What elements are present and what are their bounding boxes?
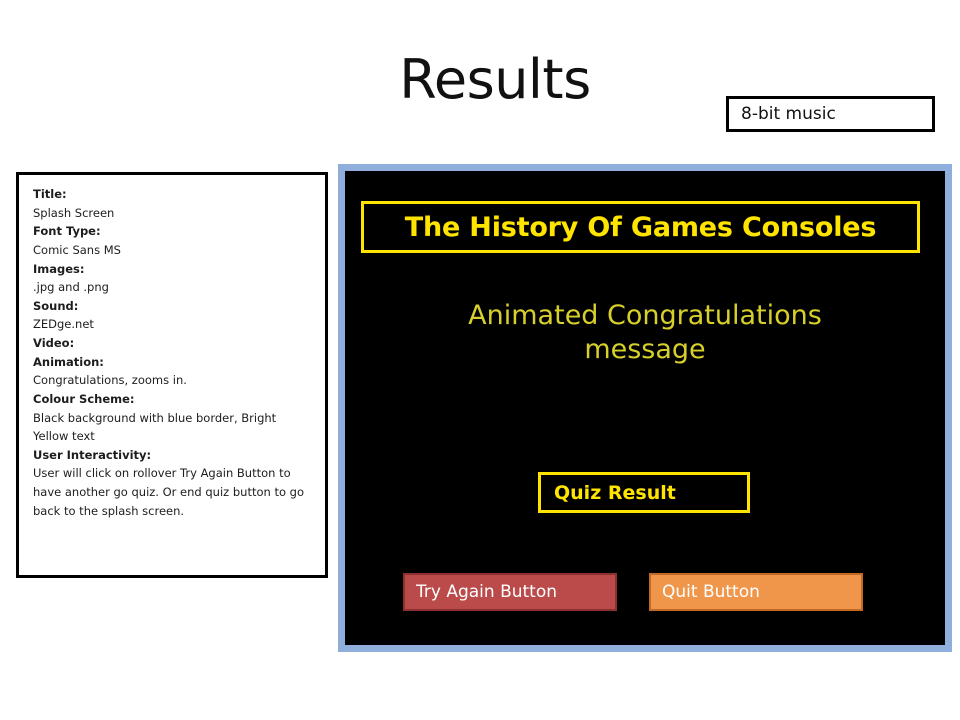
spec-label-images: Images: [33, 261, 85, 276]
quiz-result-label: Quiz Result [554, 481, 676, 504]
spec-label-sound: Sound: [33, 298, 79, 313]
quiz-result-field: Quiz Result [538, 472, 750, 513]
try-again-button-label: Try Again Button [416, 582, 558, 602]
spec-label-font-type: Font Type: [33, 224, 101, 239]
spec-value-colour-scheme: Black background with blue border, Brigh… [33, 410, 277, 444]
spec-label-user-interactivity: User Interactivity: [33, 447, 152, 462]
spec-label-title: Title: [33, 187, 67, 201]
spec-value-title: Splash Screen [33, 205, 115, 220]
congratulations-message: Animated Congratulations message [468, 300, 822, 365]
spec-label-colour-scheme: Colour Scheme: [33, 391, 135, 406]
music-callout-box: 8-bit music [726, 96, 935, 132]
quit-button[interactable]: Quit Button [649, 573, 863, 611]
spec-value-images: .jpg and .png [33, 280, 109, 295]
try-again-button[interactable]: Try Again Button [403, 573, 617, 611]
spec-label-animation: Animation: [33, 354, 104, 369]
spec-value-sound: ZEDge.net [33, 317, 94, 332]
specification-list: Title: Splash Screen Font Type: Comic Sa… [33, 185, 311, 520]
screen-mockup-canvas: The History Of Games Consoles Animated C… [345, 171, 945, 645]
spec-value-user-interactivity: User will click on rollover Try Again Bu… [33, 466, 304, 518]
screen-mockup-frame: The History Of Games Consoles Animated C… [338, 164, 952, 652]
music-callout-label: 8-bit music [741, 104, 836, 124]
mockup-title-banner: The History Of Games Consoles [361, 201, 920, 253]
specification-panel: Title: Splash Screen Font Type: Comic Sa… [16, 172, 328, 578]
quit-button-label: Quit Button [662, 582, 760, 602]
spec-value-font-type: Comic Sans MS [33, 242, 121, 257]
page-title: Results [399, 48, 591, 111]
mockup-button-row: Try Again Button Quit Button [403, 573, 927, 611]
mockup-title-text: The History Of Games Consoles [404, 211, 877, 243]
spec-label-video: Video: [33, 336, 75, 350]
spec-value-animation: Congratulations, zooms in. [33, 373, 187, 388]
